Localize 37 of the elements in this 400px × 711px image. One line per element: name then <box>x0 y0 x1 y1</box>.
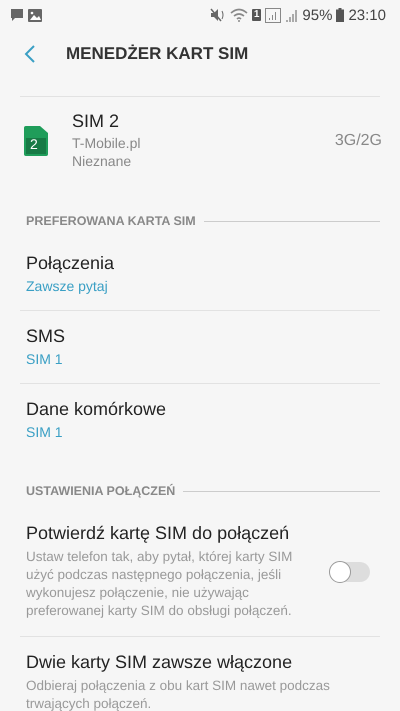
setting-value: Zawsze pytaj <box>26 278 109 294</box>
sim-card-icon <box>24 126 48 156</box>
sim-name: SIM 2 <box>72 111 120 132</box>
clock: 23:10 <box>348 6 386 24</box>
signal-icon <box>265 8 282 22</box>
setting-description: Ustaw telefon tak, aby pytał, której karty SIM użyć podczas następnego połączenia, jeśli wykonujesz połączenie, nie używając preferowanej karty SIM do obsługi połączeń. <box>26 548 294 620</box>
toggle-switch[interactable] <box>330 562 370 582</box>
setting-title: Połączenia <box>26 253 116 274</box>
sim-badge: 1 <box>252 9 262 21</box>
setting-item[interactable]: Potwierdź kartę SIM do połączeń Ustaw telefon tak, aby pytał, której karty SIM użyć podczas następnego połączenia, jeśli wykonujesz połączenie, nie używając preferowanej karty SIM do obsługi połączeń. <box>0 508 400 636</box>
setting-item[interactable]: Połączenia Zawsze pytaj <box>0 238 400 310</box>
mute-icon <box>210 8 226 22</box>
sim-number: 2 <box>30 136 38 152</box>
battery-level: 95% <box>302 6 332 24</box>
image-icon <box>28 8 42 22</box>
sim-status: Nieznane <box>72 152 132 170</box>
battery-icon <box>336 8 344 22</box>
screen-title: MENEDŻER KART SIM <box>66 44 248 64</box>
setting-value: SIM 1 <box>26 351 64 367</box>
section-header: USTAWIENIA POŁĄCZEŃ <box>26 484 176 498</box>
wifi-icon <box>230 8 248 22</box>
sim-card-row[interactable]: 2 SIM 2 T-Mobile.pl Nieznane 3G/2G <box>0 97 400 186</box>
setting-item[interactable]: Dwie karty SIM zawsze włączone Odbieraj połączenia z obu kart SIM nawet podczas trwających połączeń. <box>0 637 400 711</box>
setting-description: Odbieraj połączenia z obu kart SIM nawet podczas trwających połączeń. <box>26 677 331 711</box>
setting-value: SIM 1 <box>26 424 64 440</box>
setting-title: Potwierdź kartę SIM do połączeń <box>26 523 290 544</box>
setting-item[interactable]: Dane komórkowe SIM 1 <box>0 384 400 456</box>
operator-name: T-Mobile.pl <box>72 134 142 152</box>
setting-title: Dane komórkowe <box>26 399 168 420</box>
setting-title: SMS <box>26 326 66 347</box>
section-header: PREFEROWANA KARTA SIM <box>26 214 196 228</box>
network-type: 3G/2G <box>334 132 382 150</box>
signal-icon <box>285 8 298 22</box>
back-icon <box>24 44 36 64</box>
setting-title: Dwie karty SIM zawsze włączone <box>26 652 294 673</box>
message-icon <box>10 8 24 22</box>
setting-item[interactable]: SMS SIM 1 <box>0 311 400 383</box>
